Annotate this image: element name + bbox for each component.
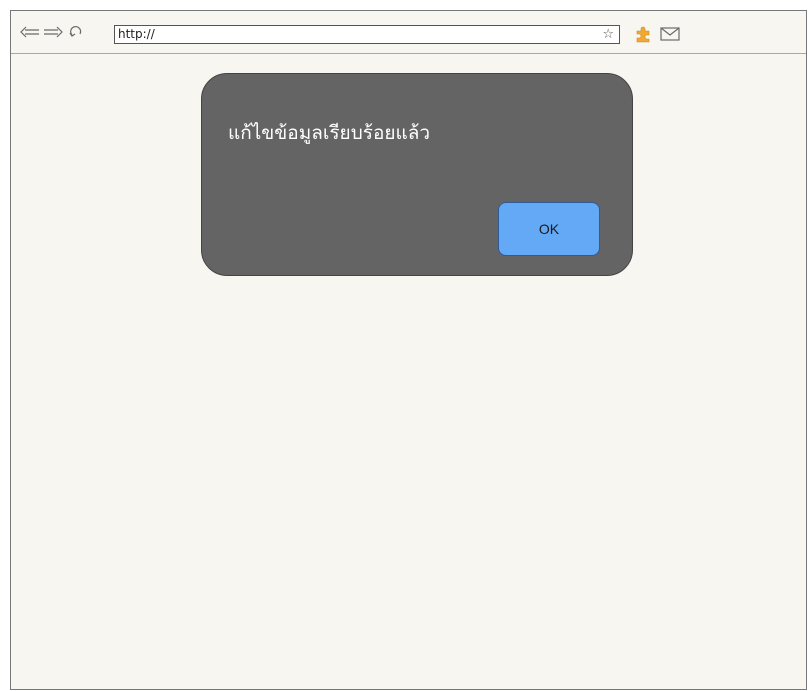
envelope-icon[interactable] — [660, 26, 680, 42]
puzzle-piece-icon[interactable] — [633, 25, 653, 43]
url-text[interactable]: http:// — [115, 26, 155, 43]
browser-toolbar: http:// ☆ — [11, 11, 806, 54]
reload-icon[interactable] — [66, 23, 86, 41]
alert-dialog: แก้ไขข้อมูลเรียบร้อยแล้ว OK — [201, 73, 633, 276]
star-icon[interactable]: ☆ — [602, 26, 614, 43]
forward-arrow-icon[interactable] — [43, 23, 63, 41]
dialog-message: แก้ไขข้อมูลเรียบร้อยแล้ว — [228, 122, 431, 144]
page-content: แก้ไขข้อมูลเรียบร้อยแล้ว OK — [11, 54, 806, 689]
browser-window: http:// ☆ แก้ไขข้อมูลเรียบร้อยแล้ว OK — [10, 10, 807, 690]
address-bar[interactable]: http:// ☆ — [114, 25, 620, 44]
ok-button[interactable]: OK — [498, 202, 600, 256]
back-arrow-icon[interactable] — [20, 23, 40, 41]
